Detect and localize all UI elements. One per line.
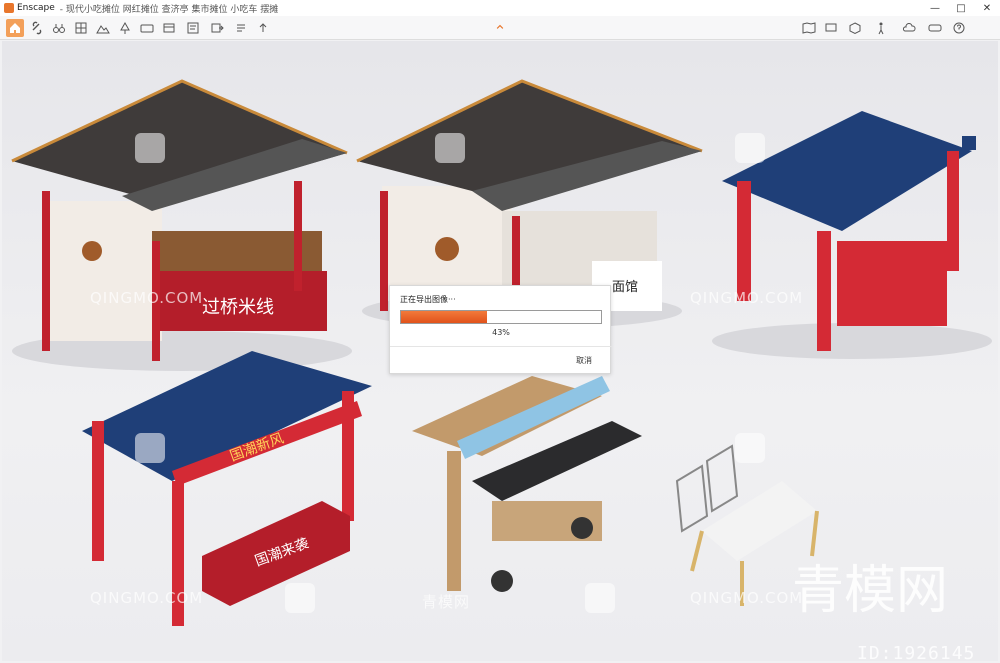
watermark-logo-icon xyxy=(135,433,165,463)
home-icon[interactable] xyxy=(6,19,24,37)
food-cart xyxy=(412,376,642,592)
watermark-logo-icon xyxy=(735,433,765,463)
export-progress-dialog: 正在导出图像··· 43% 取消 xyxy=(389,285,612,374)
watermark-site: QINGMO.COM xyxy=(690,289,804,307)
watermark-logo-icon xyxy=(285,583,315,613)
display-icon[interactable] xyxy=(822,19,840,37)
batch-icon[interactable] xyxy=(232,19,250,37)
film-icon[interactable] xyxy=(160,19,178,37)
watermark-logo-icon xyxy=(135,133,165,163)
maximize-button[interactable]: □ xyxy=(948,0,974,16)
toolbar xyxy=(0,16,1000,40)
app-name: Enscape xyxy=(17,3,55,13)
progress-fill xyxy=(401,311,487,323)
link-icon[interactable] xyxy=(28,19,46,37)
binoculars-icon[interactable] xyxy=(50,19,68,37)
document-title: - 现代小吃摊位 网红摊位 查济亭 集市摊位 小吃车 摆摊 xyxy=(59,4,279,15)
resource-id: ID:1926145 xyxy=(857,643,976,661)
screenshot-icon[interactable] xyxy=(184,19,202,37)
watermark-logo-icon xyxy=(585,583,615,613)
enscape-logo-icon xyxy=(4,3,14,13)
watermark-site: QINGMO.COM xyxy=(90,289,204,307)
watermark-site-cn: 青模网 xyxy=(422,593,471,611)
watermark-site: QINGMO.COM xyxy=(90,589,204,607)
stall-noodle: 面馆 xyxy=(356,79,703,316)
chevron-up-icon[interactable] xyxy=(493,20,507,34)
grid-icon[interactable] xyxy=(72,19,90,37)
stall-guochao: 国潮新风 国潮来袭 xyxy=(82,351,372,626)
brand-watermark-logo: 青模网 xyxy=(792,561,948,621)
noodle-sign-text: 面馆 xyxy=(612,280,638,295)
cloud-icon[interactable] xyxy=(900,19,918,37)
map-icon[interactable] xyxy=(800,19,818,37)
mountain-icon[interactable] xyxy=(94,19,112,37)
walk-icon[interactable] xyxy=(872,19,890,37)
cancel-button[interactable]: 取消 xyxy=(576,355,592,366)
title-bar: Enscape - 现代小吃摊位 网红摊位 查济亭 集市摊位 小吃车 摆摊 — … xyxy=(0,0,1000,16)
tree-icon[interactable] xyxy=(116,19,134,37)
stall-guoqiao: 过桥米线 xyxy=(11,79,348,361)
help-icon[interactable] xyxy=(950,19,968,37)
dialog-title: 正在导出图像··· xyxy=(400,295,456,304)
cube-icon[interactable] xyxy=(846,19,864,37)
guoqiao-sign-text: 过桥米线 xyxy=(202,297,274,318)
minimize-button[interactable]: — xyxy=(922,0,948,16)
watermark-logo-icon xyxy=(435,133,465,163)
vr-icon[interactable] xyxy=(926,19,944,37)
app-window: Enscape - 现代小吃摊位 网红摊位 查济亭 集市摊位 小吃车 摆摊 — … xyxy=(0,0,1000,663)
dialog-divider xyxy=(390,346,612,347)
progress-bar xyxy=(400,310,602,324)
watermark-site: QINGMO.COM xyxy=(690,589,804,607)
upload-icon[interactable] xyxy=(254,19,272,37)
watermark-logo-icon xyxy=(735,133,765,163)
export-icon[interactable] xyxy=(208,19,226,37)
brand-text: 青模网 xyxy=(792,561,948,621)
close-button[interactable]: ✕ xyxy=(974,0,1000,16)
panorama-icon[interactable] xyxy=(138,19,156,37)
progress-percent: 43% xyxy=(492,328,510,337)
